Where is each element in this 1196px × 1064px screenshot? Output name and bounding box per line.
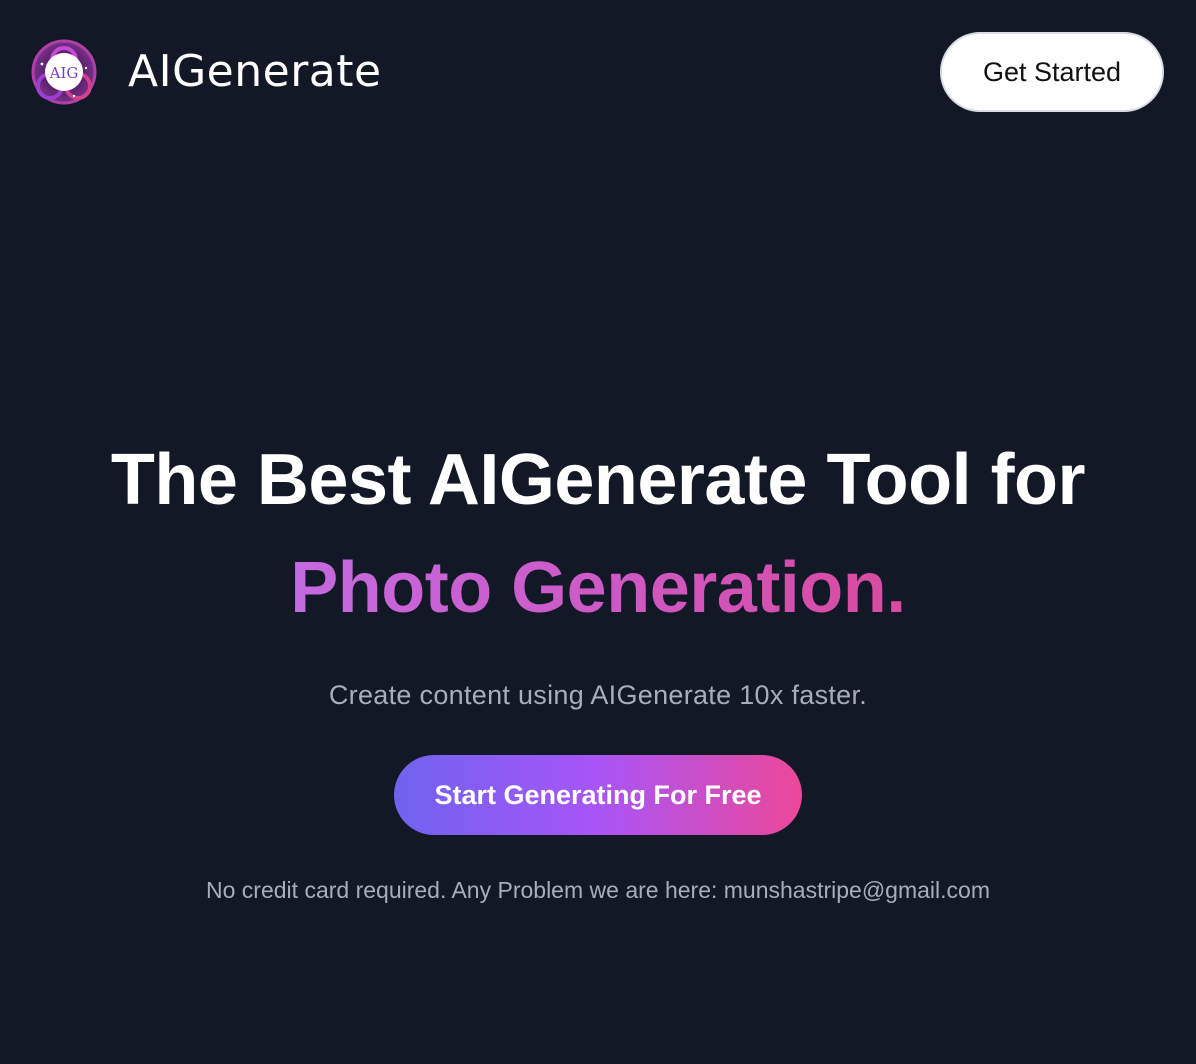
top-nav: AIG AIGenerate Get Started <box>0 0 1196 144</box>
brand-logo-icon: AIG <box>30 38 98 106</box>
brand-name: AIGenerate <box>128 46 382 97</box>
hero-headline-accent: Photo Generation. <box>290 540 906 636</box>
hero-note: No credit card required. Any Problem we … <box>206 877 990 903</box>
landing-page: AIG AIGenerate Get Started The Best AIGe… <box>0 0 1196 1064</box>
hero-subtitle: Create content using AIGenerate 10x fast… <box>328 680 868 710</box>
svg-text:AIG: AIG <box>49 64 79 82</box>
start-generating-button[interactable]: Start Generating For Free <box>394 755 802 835</box>
hero-section: The Best AIGenerate Tool for Photo Gener… <box>0 420 1196 904</box>
get-started-button[interactable]: Get Started <box>940 32 1164 112</box>
brand[interactable]: AIG AIGenerate <box>30 38 382 106</box>
hero-headline: The Best AIGenerate Tool for <box>110 440 1086 520</box>
